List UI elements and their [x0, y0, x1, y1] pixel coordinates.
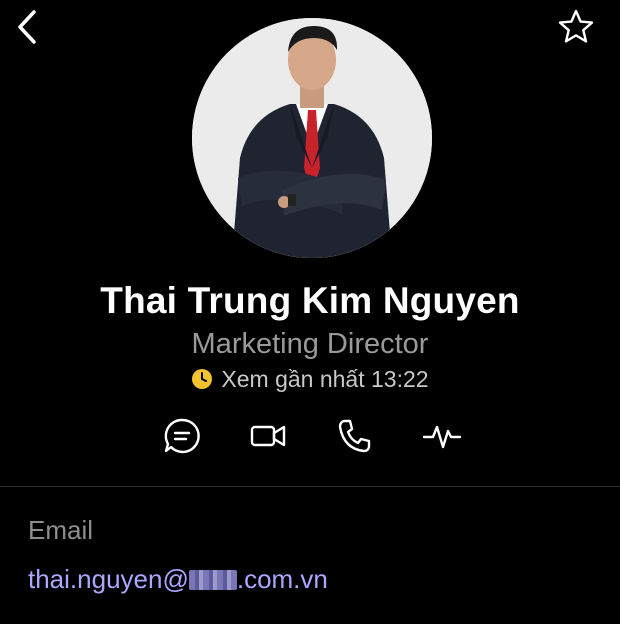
- email-link[interactable]: thai.nguyen@ .com.vn: [28, 564, 328, 595]
- voice-call-button[interactable]: [334, 416, 374, 456]
- message-button[interactable]: [162, 416, 202, 456]
- section-divider: [0, 486, 620, 487]
- contact-profile-screen: Thai Trung Kim Nguyen Marketing Director…: [0, 0, 620, 624]
- clock-icon: [192, 369, 213, 389]
- activity-button[interactable]: [422, 416, 462, 456]
- chat-icon: [164, 418, 200, 454]
- email-label: Email: [28, 515, 94, 545]
- last-seen-status: Xem gần nhất 13:22: [0, 366, 620, 393]
- profile-photo: [192, 18, 432, 258]
- back-button[interactable]: [12, 8, 46, 46]
- video-call-button[interactable]: [248, 416, 288, 456]
- avatar: [192, 18, 432, 258]
- email-prefix: thai.nguyen@: [28, 564, 189, 594]
- contact-name: Thai Trung Kim Nguyen: [100, 280, 520, 321]
- phone-icon: [338, 419, 371, 453]
- email-suffix: .com.vn: [236, 564, 328, 594]
- redacted-domain: [188, 570, 237, 590]
- last-seen-text: Xem gần nhất 13:22: [221, 366, 429, 392]
- star-outline-icon: [558, 9, 594, 43]
- job-title: Marketing Director: [191, 328, 429, 360]
- favorite-button[interactable]: [556, 8, 596, 46]
- activity-icon: [422, 425, 462, 449]
- action-bar: [0, 416, 620, 456]
- video-call-icon: [250, 425, 286, 447]
- chevron-left-icon: [18, 10, 36, 44]
